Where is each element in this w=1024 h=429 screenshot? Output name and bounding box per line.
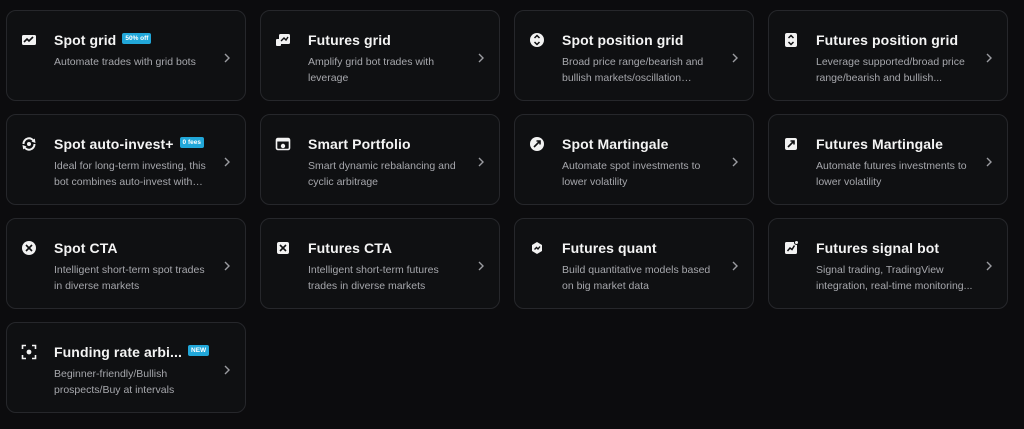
chevron-right-icon <box>223 365 231 375</box>
chevron-right-icon <box>985 157 993 167</box>
chevron-right-icon <box>731 157 739 167</box>
card-spot-auto-invest[interactable]: Spot auto-invest+ 0 fees Ideal for long-… <box>6 114 246 205</box>
card-description: Build quantitative models based on big m… <box>562 264 711 292</box>
chevron-right-icon <box>477 53 485 63</box>
futures-martingale-icon <box>783 136 799 152</box>
futures-cta-icon <box>275 240 291 256</box>
card-title: Futures quant <box>562 239 657 256</box>
card-description: Intelligent short-term spot trades in di… <box>54 264 205 292</box>
chevron-right-icon <box>477 261 485 271</box>
chevron-right-icon <box>985 261 993 271</box>
card-spot-martingale[interactable]: Spot Martingale Automate spot investment… <box>514 114 754 205</box>
card-title: Futures CTA <box>308 239 393 256</box>
chevron-right-icon <box>223 261 231 271</box>
card-description: Signal trading, TradingView integration,… <box>816 264 973 292</box>
spot-grid-icon <box>21 32 37 48</box>
card-funding-rate-arbitrage[interactable]: Funding rate arbi... NEW Beginner-friend… <box>6 322 246 413</box>
card-spot-grid[interactable]: Spot grid 50% off Automate trades with g… <box>6 10 246 101</box>
card-futures-grid[interactable]: Futures grid Amplify grid bot trades wit… <box>260 10 500 101</box>
card-description: Intelligent short-term futures trades in… <box>308 264 439 292</box>
spot-position-grid-icon <box>529 32 545 48</box>
new-badge: NEW <box>188 345 210 356</box>
card-title: Spot CTA <box>54 239 118 256</box>
card-title: Spot grid <box>54 31 117 48</box>
chevron-right-icon <box>731 53 739 63</box>
card-title: Funding rate arbi... <box>54 343 183 360</box>
chevron-right-icon <box>985 53 993 63</box>
futures-quant-icon <box>529 240 545 256</box>
auto-invest-icon <box>21 136 37 152</box>
chevron-right-icon <box>477 157 485 167</box>
card-description: Smart dynamic rebalancing and cyclic arb… <box>308 160 456 188</box>
card-description: Automate spot investments to lower volat… <box>562 160 701 188</box>
chevron-right-icon <box>731 261 739 271</box>
card-title: Futures position grid <box>816 31 959 48</box>
card-title: Spot Martingale <box>562 135 669 152</box>
futures-position-grid-icon <box>783 32 799 48</box>
card-futures-position-grid[interactable]: Futures position grid Leverage supported… <box>768 10 1008 101</box>
chevron-right-icon <box>223 53 231 63</box>
chevron-right-icon <box>223 157 231 167</box>
card-title: Spot position grid <box>562 31 684 48</box>
card-futures-martingale[interactable]: Futures Martingale Automate futures inve… <box>768 114 1008 205</box>
card-title: Futures grid <box>308 31 391 48</box>
card-title: Futures signal bot <box>816 239 940 256</box>
card-description: Leverage supported/broad price range/bea… <box>816 56 965 84</box>
signal-bot-icon <box>783 240 799 256</box>
card-futures-signal-bot[interactable]: Futures signal bot Signal trading, Tradi… <box>768 218 1008 309</box>
card-spot-cta[interactable]: Spot CTA Intelligent short-term spot tra… <box>6 218 246 309</box>
card-description: Ideal for long-term investing, this bot … <box>54 160 206 188</box>
spot-cta-icon <box>21 240 37 256</box>
card-futures-cta[interactable]: Futures CTA Intelligent short-term futur… <box>260 218 500 309</box>
card-description: Automate trades with grid bots <box>54 56 196 68</box>
card-title: Futures Martingale <box>816 135 944 152</box>
card-title: Spot auto-invest+ <box>54 135 174 152</box>
smart-portfolio-icon <box>275 136 291 152</box>
card-description: Beginner-friendly/Bullish prospects/Buy … <box>54 368 175 396</box>
card-description: Broad price range/bearish and bullish ma… <box>562 56 704 84</box>
card-smart-portfolio[interactable]: Smart Portfolio Smart dynamic rebalancin… <box>260 114 500 205</box>
fees-badge: 0 fees <box>179 137 204 148</box>
card-title: Smart Portfolio <box>308 135 411 152</box>
card-description: Automate futures investments to lower vo… <box>816 160 967 188</box>
spot-martingale-icon <box>529 136 545 152</box>
card-spot-position-grid[interactable]: Spot position grid Broad price range/bea… <box>514 10 754 101</box>
futures-grid-icon <box>275 32 291 48</box>
card-futures-quant[interactable]: Futures quant Build quantitative models … <box>514 218 754 309</box>
strategy-grid: Spot grid 50% off Automate trades with g… <box>6 10 1008 413</box>
card-description: Amplify grid bot trades with leverage <box>308 56 435 84</box>
discount-badge: 50% off <box>122 33 152 44</box>
funding-rate-icon <box>21 344 37 360</box>
